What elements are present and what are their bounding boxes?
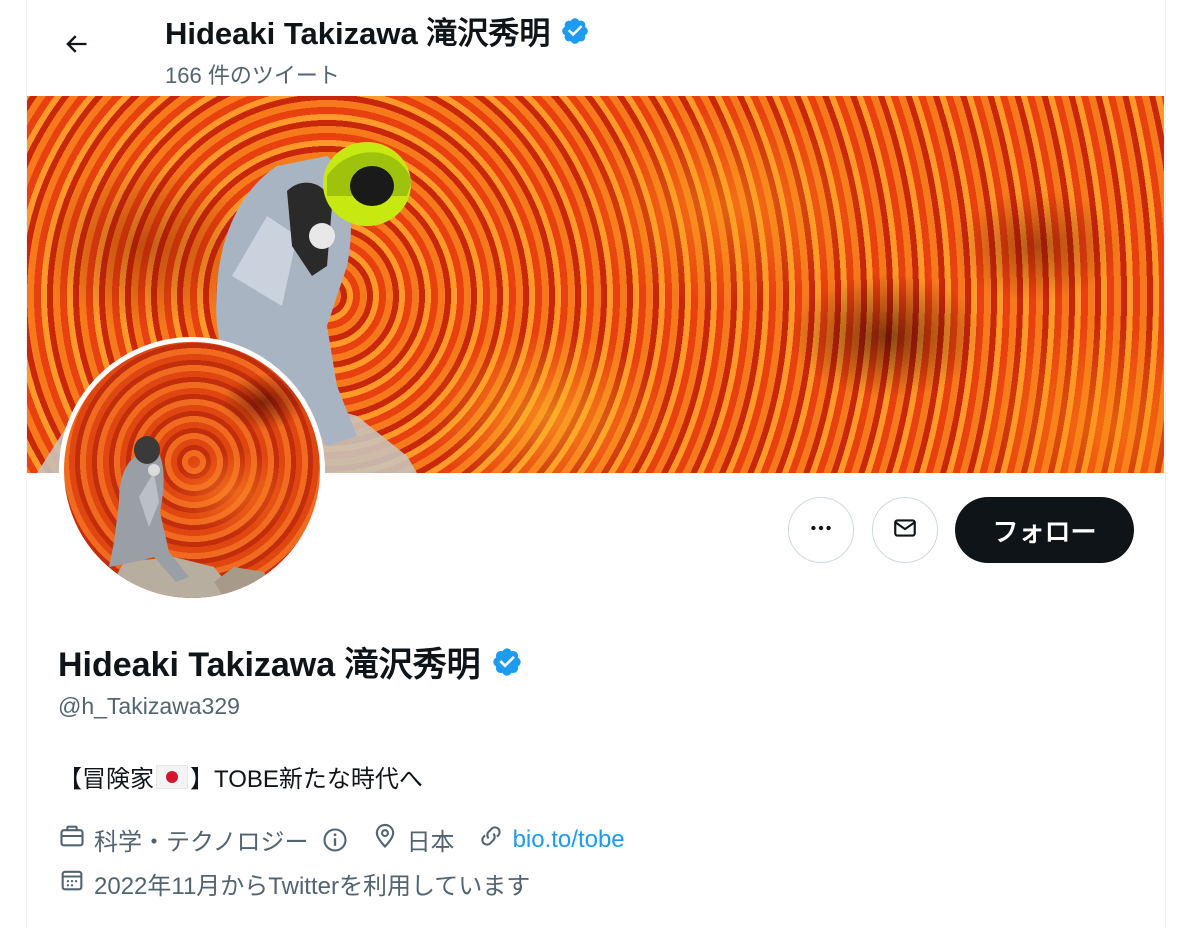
profile-display-name: Hideaki Takizawa 滝沢秀明 bbox=[58, 646, 481, 684]
profile-meta-row: 科学・テクノロジー 日本 bio.to/tobe bbox=[58, 822, 647, 857]
profile-location: 日本 bbox=[371, 822, 455, 857]
profile-joined: 2022年11月からTwitterを利用しています bbox=[58, 866, 530, 901]
profile-joined-row: 2022年11月からTwitterを利用しています bbox=[58, 866, 552, 901]
bio-text-suffix: 】TOBE新たな時代へ bbox=[190, 766, 423, 793]
profile-bio: 【冒険家 】TOBE新たな時代へ bbox=[58, 759, 423, 794]
profile-name-row: Hideaki Takizawa 滝沢秀明 bbox=[58, 637, 523, 686]
more-dots-icon bbox=[808, 515, 834, 546]
link-icon bbox=[477, 822, 505, 857]
japan-flag-icon bbox=[156, 764, 188, 789]
back-button[interactable] bbox=[52, 22, 100, 70]
envelope-icon bbox=[892, 515, 918, 546]
message-button[interactable] bbox=[872, 497, 938, 563]
bio-text-prefix: 【冒険家 bbox=[58, 766, 154, 793]
profile-avatar[interactable] bbox=[59, 337, 325, 603]
joined-label: 2022年11月からTwitterを利用しています bbox=[94, 873, 531, 900]
info-icon[interactable] bbox=[321, 826, 349, 854]
profile-category: 科学・テクノロジー bbox=[58, 822, 349, 857]
profile-website: bio.to/tobe bbox=[477, 822, 625, 857]
calendar-icon bbox=[58, 866, 86, 901]
location-label: 日本 bbox=[406, 829, 455, 856]
profile-handle: @h_Takizawa329 bbox=[58, 693, 240, 719]
website-link[interactable]: bio.to/tobe bbox=[513, 826, 625, 854]
arrow-left-icon bbox=[62, 30, 90, 63]
follow-button[interactable]: フォロー bbox=[955, 497, 1134, 563]
category-label: 科学・テクノロジー bbox=[94, 829, 309, 856]
verified-badge-icon[interactable] bbox=[491, 646, 523, 678]
tweet-count: 166 件のツイート bbox=[165, 63, 340, 88]
avatar-figure bbox=[104, 436, 274, 598]
verified-badge-icon[interactable] bbox=[560, 16, 590, 46]
location-pin-icon bbox=[371, 822, 399, 857]
more-options-button[interactable] bbox=[788, 497, 854, 563]
header-display-name: Hideaki Takizawa 滝沢秀明 bbox=[165, 16, 551, 51]
header-title: Hideaki Takizawa 滝沢秀明 bbox=[165, 8, 590, 53]
briefcase-icon bbox=[58, 822, 86, 857]
